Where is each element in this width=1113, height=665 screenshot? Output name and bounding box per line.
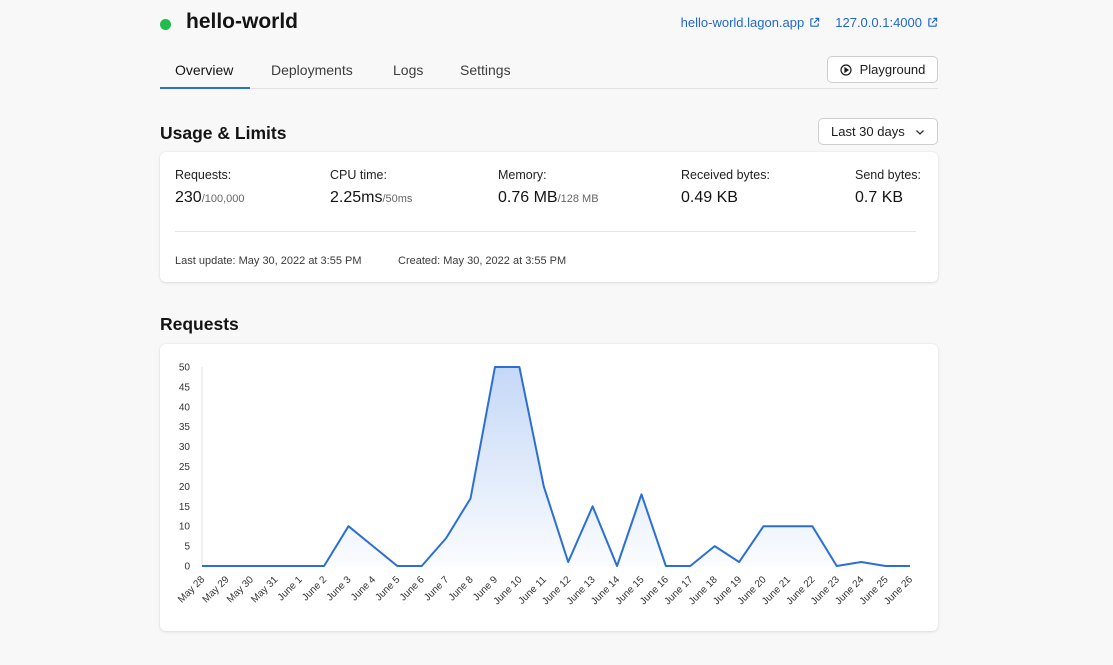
- y-tick-label: 5: [184, 542, 190, 553]
- stat-limit: /50ms: [382, 193, 413, 205]
- x-tick-label: June 6: [398, 574, 427, 603]
- playground-button[interactable]: Playground: [827, 56, 938, 83]
- stat-value: 0.7 KB: [855, 189, 921, 207]
- tab-overview[interactable]: Overview: [175, 62, 233, 78]
- stat-received-bytes: Received bytes: 0.49 KB: [681, 168, 770, 207]
- card-divider: [175, 231, 916, 232]
- stat-number: 0.7 KB: [855, 189, 904, 206]
- stat-value: 0.49 KB: [681, 189, 770, 207]
- stat-label: Send bytes:: [855, 168, 922, 182]
- y-tick-label: 25: [179, 462, 191, 473]
- stat-label: Requests:: [175, 168, 232, 182]
- stat-label: Received bytes:: [681, 168, 770, 182]
- stat-number: 2.25ms: [330, 189, 383, 206]
- requests-chart: 05101520253035404550May 28May 29May 30Ma…: [176, 363, 915, 608]
- stat-number: 0.76 MB: [498, 189, 558, 206]
- x-tick-label: June 7: [422, 574, 451, 603]
- x-tick-label: June 8: [447, 574, 476, 603]
- external-link-icon: [928, 17, 938, 27]
- requests-section-title: Requests: [160, 314, 239, 334]
- local-url-label: 127.0.0.1:4000: [835, 15, 922, 30]
- y-tick-label: 35: [179, 422, 191, 433]
- y-tick-label: 45: [179, 382, 191, 393]
- x-tick-label: June 2: [300, 574, 329, 603]
- status-dot: [160, 19, 171, 30]
- tab-logs[interactable]: Logs: [393, 62, 423, 78]
- y-tick-label: 20: [179, 482, 191, 493]
- local-url-link[interactable]: 127.0.0.1:4000: [835, 15, 938, 30]
- x-tick-label: May 31: [249, 574, 280, 605]
- playground-label: Playground: [859, 62, 926, 77]
- x-tick-label: June 4: [349, 574, 378, 603]
- time-range-select[interactable]: Last 30 days: [818, 118, 938, 145]
- y-tick-label: 10: [179, 522, 191, 533]
- usage-section-title: Usage & Limits: [160, 123, 287, 143]
- y-tick-label: 0: [184, 562, 190, 573]
- tab-bar: Overview Deployments Logs Settings Playg…: [160, 53, 938, 89]
- series-area: [202, 367, 910, 566]
- production-url-link[interactable]: hello-world.lagon.app: [681, 15, 821, 30]
- created-text: Created: May 30, 2022 at 3:55 PM: [398, 255, 567, 267]
- stat-send-bytes: Send bytes: 0.7 KB: [855, 168, 921, 207]
- production-url-label: hello-world.lagon.app: [680, 15, 805, 30]
- stat-number: 230: [175, 189, 202, 206]
- stat-label: CPU time:: [330, 168, 387, 182]
- usage-card: Requests: 230/100,000 CPU time: 2.25ms/5…: [160, 152, 938, 282]
- stat-cpu-time: CPU time: 2.25ms/50ms: [330, 168, 412, 207]
- header-links: hello-world.lagon.app 127.0.0.1:4000: [681, 15, 938, 30]
- y-tick-label: 30: [179, 442, 191, 453]
- stat-label: Memory:: [498, 168, 547, 182]
- stat-limit: /100,000: [201, 193, 245, 205]
- tab-settings[interactable]: Settings: [460, 62, 511, 78]
- x-tick-label: June 3: [325, 574, 354, 603]
- stat-value: 2.25ms/50ms: [330, 189, 412, 207]
- app-title: hello-world: [186, 10, 298, 33]
- chevron-down-icon: [915, 129, 924, 135]
- x-tick-label: June 1: [276, 574, 305, 603]
- last-update-text: Last update: May 30, 2022 at 3:55 PM: [175, 255, 362, 267]
- y-tick-label: 15: [179, 502, 191, 513]
- y-tick-label: 50: [179, 363, 191, 374]
- stat-value: 230/100,000: [175, 189, 245, 207]
- stat-number: 0.49 KB: [681, 189, 738, 206]
- stat-memory: Memory: 0.76 MB/128 MB: [498, 168, 599, 207]
- y-tick-label: 40: [179, 402, 191, 413]
- stat-limit: /128 MB: [557, 193, 599, 205]
- time-range-value: Last 30 days: [831, 124, 905, 139]
- active-tab-indicator: [160, 87, 250, 89]
- external-link-icon: [810, 17, 820, 27]
- requests-chart-card: 0 5 10 15 20 25 30 35 40 45 50 May 28 May 29 May 30 Ma…: [160, 344, 938, 631]
- tab-deployments[interactable]: Deployments: [271, 62, 353, 78]
- app-header: hello-world hello-world.lagon.app 127.0.…: [160, 8, 938, 40]
- stat-requests: Requests: 230/100,000: [175, 168, 245, 207]
- x-tick-label: June 5: [373, 574, 402, 603]
- stat-value: 0.76 MB/128 MB: [498, 189, 599, 207]
- play-circle-icon: [840, 63, 852, 76]
